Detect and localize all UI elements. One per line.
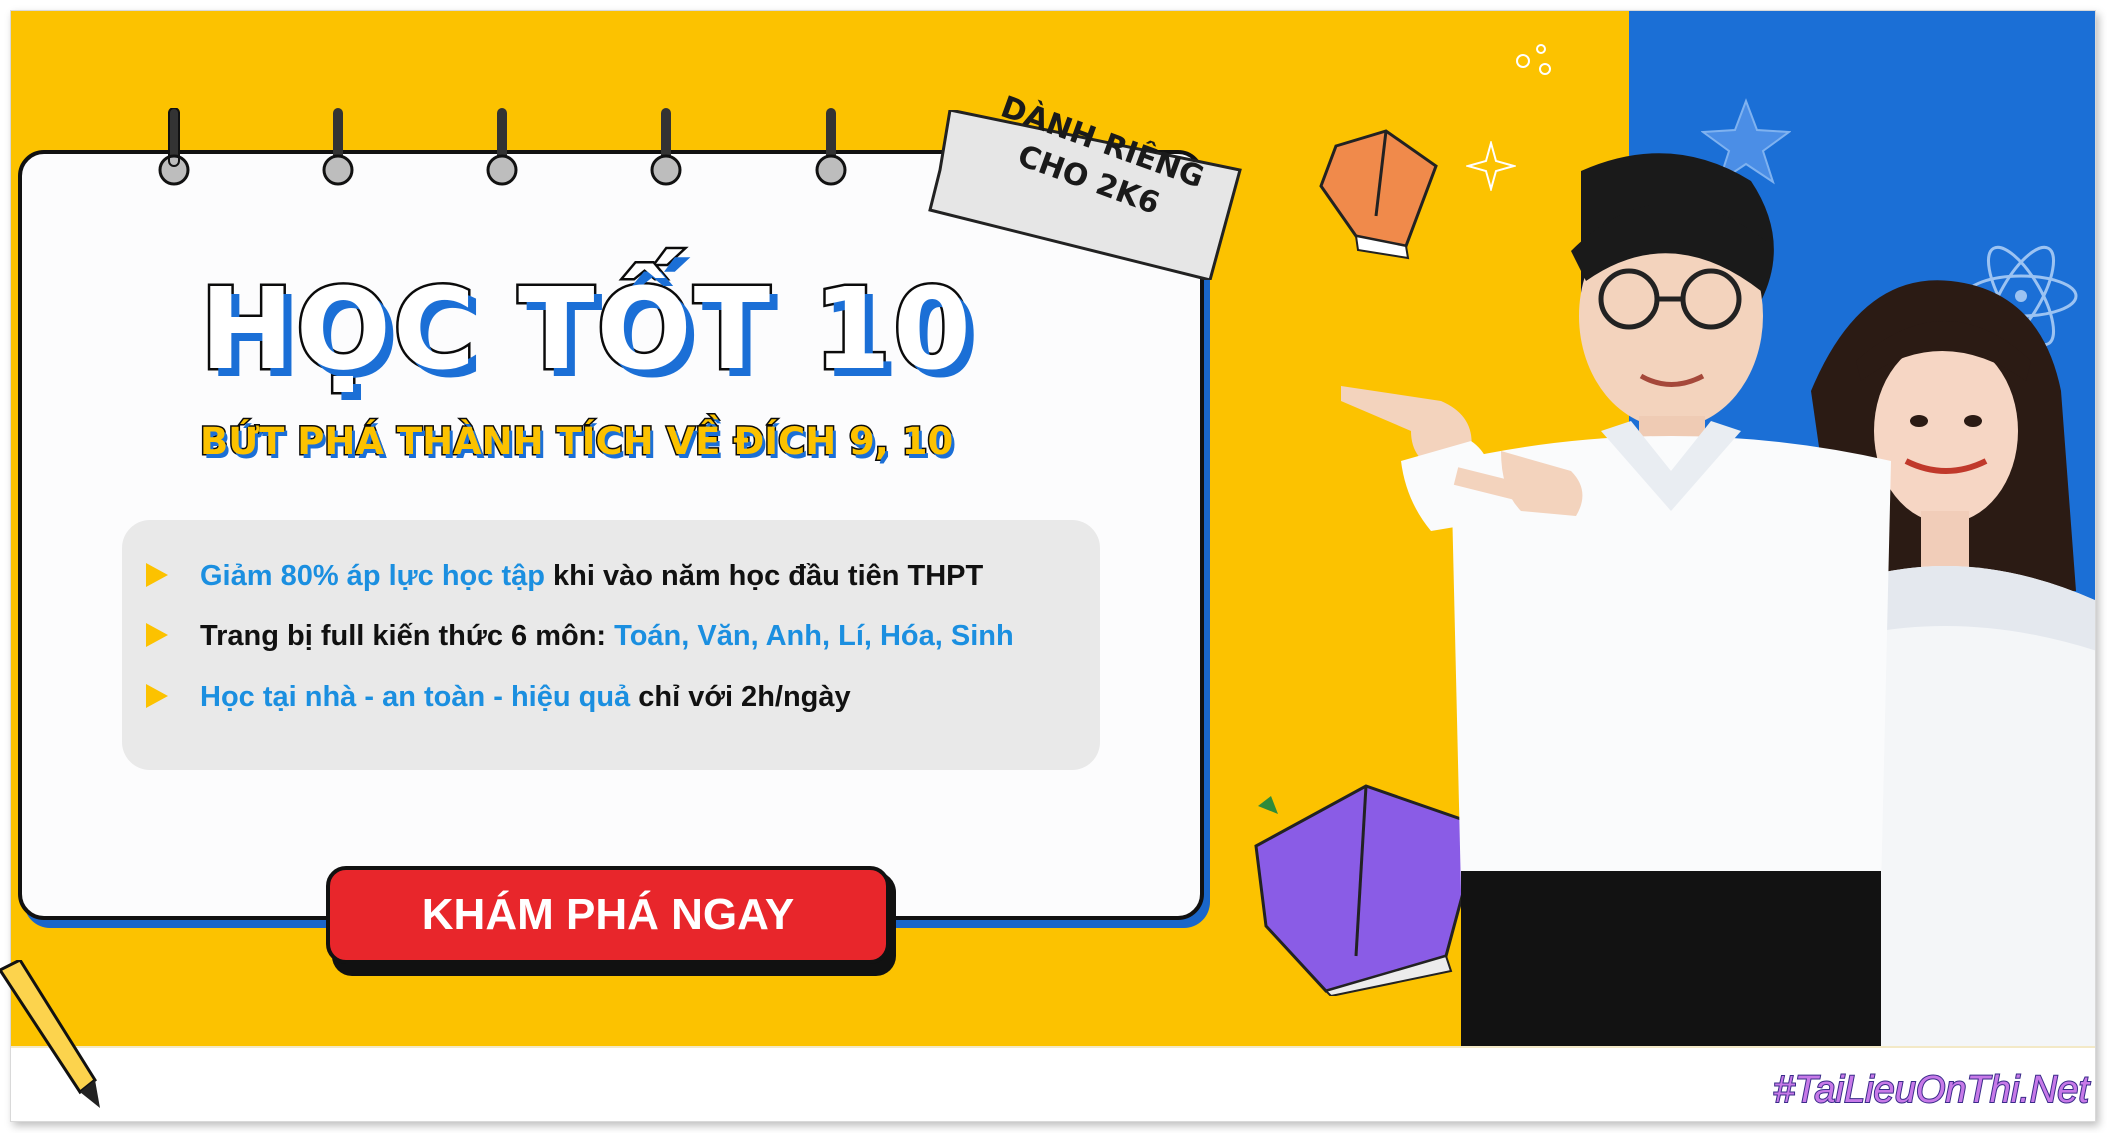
play-arrow-icon bbox=[146, 563, 168, 588]
ring-binder-icon bbox=[815, 108, 847, 186]
page-title: HỌC TỐT 10 bbox=[198, 263, 974, 398]
ring-binder-icon bbox=[322, 108, 354, 186]
ring-binder-icon bbox=[650, 108, 682, 186]
feature-item: Trang bị full kiến thức 6 môn: Toán, Văn… bbox=[146, 616, 1086, 656]
feature-item: Giảm 80% áp lực học tập khi vào năm học … bbox=[146, 556, 1086, 596]
play-arrow-icon bbox=[146, 623, 168, 648]
bubbles-icon bbox=[1516, 44, 1551, 75]
explore-now-button[interactable]: KHÁM PHÁ NGAY bbox=[326, 866, 890, 964]
watermark: #TaiLieuOnThi.Net bbox=[1773, 1068, 2090, 1112]
ring-binder-icon bbox=[158, 108, 190, 186]
students-photo bbox=[1341, 153, 2095, 1046]
pencil-icon bbox=[0, 960, 100, 1108]
feature-item: Học tại nhà - an toàn - hiệu quả chỉ với… bbox=[146, 677, 1086, 717]
ring-binder-icon bbox=[486, 108, 518, 186]
boy-figure bbox=[1341, 153, 1891, 1046]
page-subtitle: BỨT PHÁ THÀNH TÍCH VỀ ĐÍCH 9, 10 bbox=[199, 419, 955, 465]
features-box: Giảm 80% áp lực học tập khi vào năm học … bbox=[122, 520, 1100, 770]
bottom-divider bbox=[11, 1046, 2095, 1048]
play-arrow-icon bbox=[146, 684, 168, 709]
